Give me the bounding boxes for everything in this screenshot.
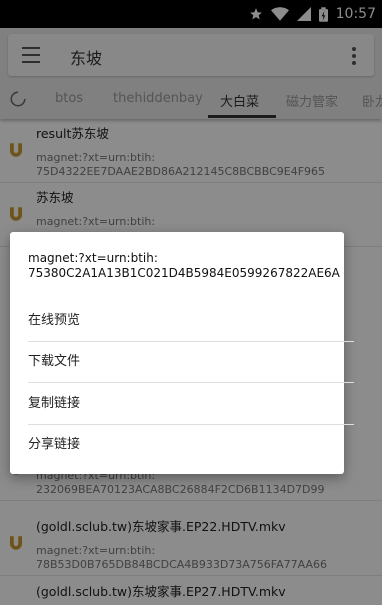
dialog-magnet-prefix: magnet:?xt=urn:btih: xyxy=(28,251,158,265)
divider xyxy=(28,382,354,383)
download-file-option[interactable]: 下载文件 xyxy=(28,342,354,382)
share-link-option[interactable]: 分享链接 xyxy=(28,425,354,465)
dialog-magnet-hash: 75380C2A1A13B1C021D4B5984E0599267822AE6A xyxy=(28,266,340,280)
copy-link-option[interactable]: 复制链接 xyxy=(28,384,354,424)
link-options-dialog: magnet:?xt=urn:btih: 75380C2A1A13B1C021D… xyxy=(10,232,354,474)
online-preview-option[interactable]: 在线预览 xyxy=(28,301,354,341)
